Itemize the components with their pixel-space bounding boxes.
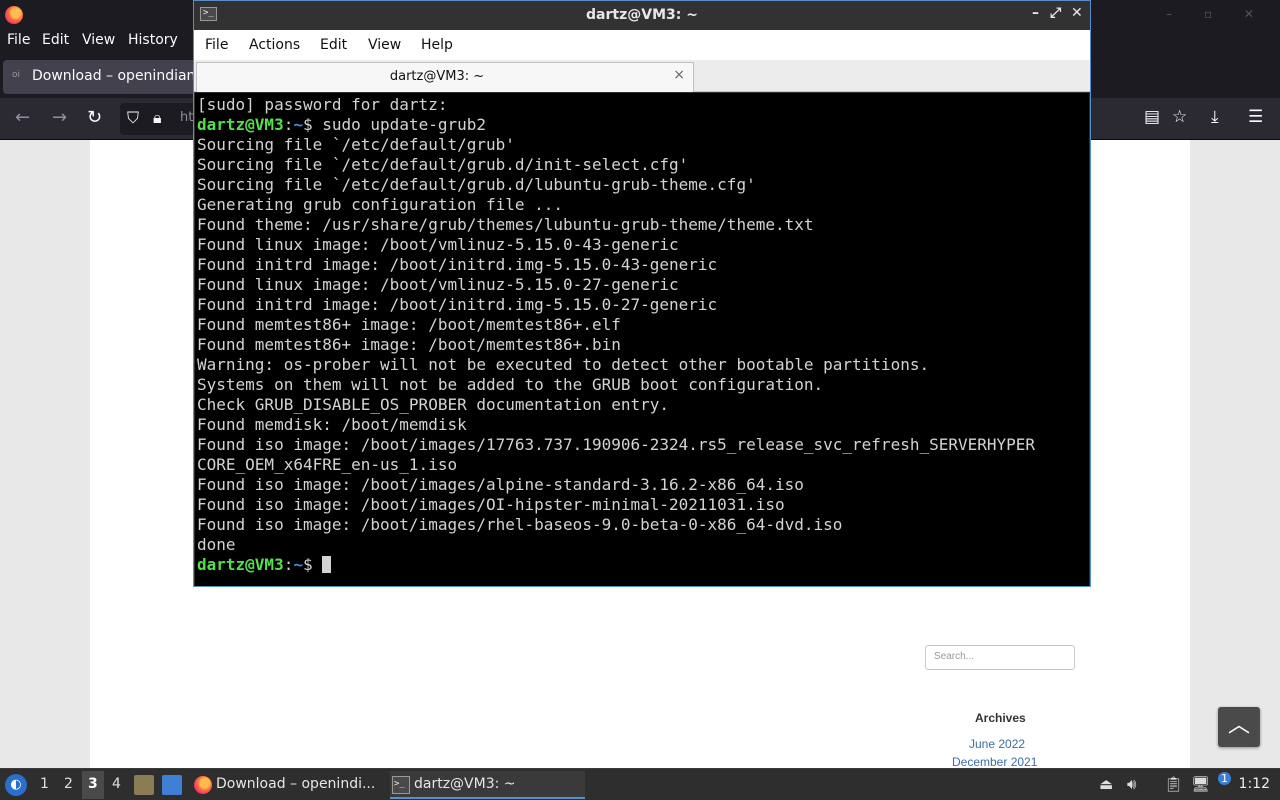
terminal-output-line: Found theme: /usr/share/grub/themes/lubu… xyxy=(197,215,814,234)
tab-close-icon[interactable]: × xyxy=(673,67,685,83)
terminal-output[interactable]: [sudo] password for dartz: dartz@VM3:~$ s… xyxy=(195,93,1089,586)
archive-link[interactable]: June 2022 xyxy=(969,737,1025,751)
terminal-output-line: Sourcing file `/etc/default/grub.d/init-… xyxy=(197,155,689,174)
terminal-output-line: Sourcing file `/etc/default/grub.d/lubun… xyxy=(197,175,756,194)
task-terminal[interactable]: >_ dartz@VM3: ~ xyxy=(390,771,585,799)
firefox-logo-icon xyxy=(5,6,23,24)
start-menu-icon[interactable]: ◐ xyxy=(5,774,27,796)
terminal-output-line: Found iso image: /boot/images/rhel-baseo… xyxy=(197,515,843,534)
prompt-user: dartz@VM3 xyxy=(197,555,284,574)
hamburger-menu-icon[interactable]: ☰ xyxy=(1248,107,1263,127)
command-text: sudo update-grub2 xyxy=(322,115,487,134)
terminal-output-line: Found linux image: /boot/vmlinuz-5.15.0-… xyxy=(197,275,679,294)
network-icon[interactable]: 🖥︎ xyxy=(1191,775,1210,793)
terminal-icon: >_ xyxy=(392,776,410,794)
workspace-4[interactable]: 4 xyxy=(112,776,121,792)
workspace-3[interactable]: 3 xyxy=(88,776,98,792)
terminal-window: >_ dartz@VM3: ~ – ⤢ ✕ File Actions Edit … xyxy=(193,0,1091,587)
terminal-tab[interactable]: dartz@VM3: ~ × xyxy=(196,62,694,92)
terminal-output-line: Found iso image: /boot/images/17763.737.… xyxy=(197,435,1036,454)
ff-menu-history[interactable]: History xyxy=(128,32,178,48)
terminal-output-line: Found linux image: /boot/vmlinuz-5.15.0-… xyxy=(197,235,679,254)
terminal-output-line: Found memtest86+ image: /boot/memtest86+… xyxy=(197,315,621,334)
reload-icon[interactable]: ↻ xyxy=(87,107,102,128)
firefox-icon xyxy=(194,776,212,794)
prompt-separator: : xyxy=(283,115,294,134)
taskbar: ◐ 1 2 3 4 Download – openindi... >_ dart… xyxy=(0,768,1280,800)
firefox-window-controls[interactable]: – ▫ ✕ xyxy=(1166,7,1268,21)
terminal-output-line: done xyxy=(197,535,236,554)
terminal-titlebar[interactable]: >_ dartz@VM3: ~ – ⤢ ✕ xyxy=(194,1,1090,30)
terminal-output-line: Found memdisk: /boot/memdisk xyxy=(197,415,467,434)
terminal-menubar: File Actions Edit View Help xyxy=(194,30,1090,60)
terminal-lines: [sudo] password for dartz: dartz@VM3:~$ s… xyxy=(197,95,1035,575)
reader-view-icon[interactable]: ▤ xyxy=(1144,107,1160,127)
prompt-user: dartz@VM3 xyxy=(197,115,284,134)
ff-menu-file[interactable]: File xyxy=(7,32,30,48)
downloads-icon[interactable]: ⤓ xyxy=(1211,107,1219,127)
prompt-path: ~ xyxy=(293,115,303,134)
terminal-prompt-line: dartz@VM3:~$ sudo update-grub2 xyxy=(197,115,1035,135)
term-menu-file[interactable]: File xyxy=(205,37,228,53)
terminal-output-line: Found initrd image: /boot/initrd.img-5.1… xyxy=(197,295,718,314)
shield-icon[interactable]: ⛉ xyxy=(127,108,139,128)
clock[interactable]: 1:12 xyxy=(1239,776,1270,792)
term-menu-view[interactable]: View xyxy=(368,37,401,53)
terminal-output-line: Systems on them will not be added to the… xyxy=(197,375,824,394)
term-menu-actions[interactable]: Actions xyxy=(249,37,300,53)
terminal-tabbar: dartz@VM3: ~ × xyxy=(194,60,1090,92)
back-to-top-button[interactable]: ︿ xyxy=(1218,707,1260,747)
task-firefox-label: Download – openindi... xyxy=(216,776,376,792)
back-arrow-icon[interactable]: ← xyxy=(15,107,30,128)
prompt-sign: $ xyxy=(302,555,323,574)
close-icon[interactable]: ✕ xyxy=(1071,5,1083,21)
terminal-output-line: Check GRUB_DISABLE_OS_PROBER documentati… xyxy=(197,395,670,414)
clipboard-icon[interactable]: 📋︎ xyxy=(1164,775,1183,793)
maximize-icon[interactable]: ⤢ xyxy=(1050,5,1061,21)
text-cursor xyxy=(322,556,332,573)
prompt-separator: : xyxy=(283,555,294,574)
terminal-output-line: Found iso image: /boot/images/alpine-sta… xyxy=(197,475,804,494)
storage-icon[interactable]: ⏏ xyxy=(1099,775,1113,793)
term-menu-edit[interactable]: Edit xyxy=(320,37,347,53)
terminal-output-line: Generating grub configuration file ... xyxy=(197,195,564,214)
minimize-icon[interactable]: – xyxy=(1032,5,1039,21)
archives-heading: Archives xyxy=(975,711,1026,725)
terminal-output-line: [sudo] password for dartz: xyxy=(197,95,448,114)
terminal-output-line: Sourcing file `/etc/default/grub' xyxy=(197,135,515,154)
term-menu-help[interactable]: Help xyxy=(421,37,453,53)
terminal-output-line: Found initrd image: /boot/initrd.img-5.1… xyxy=(197,255,718,274)
ff-menu-view[interactable]: View xyxy=(82,32,115,48)
terminal-window-title: dartz@VM3: ~ xyxy=(586,7,698,23)
terminal-output-line: Found iso image: /boot/images/OI-hipster… xyxy=(197,495,785,514)
bookmark-star-icon[interactable]: ☆ xyxy=(1172,107,1187,127)
lock-icon[interactable]: 🔒︎ xyxy=(153,108,162,128)
notification-badge[interactable]: 1 xyxy=(1218,772,1231,785)
show-desktop-icon[interactable] xyxy=(162,775,182,795)
terminal-prompt-line: dartz@VM3:~$ xyxy=(197,555,1035,575)
prompt-sign: $ xyxy=(302,115,323,134)
workspace-2[interactable]: 2 xyxy=(64,776,73,792)
url-text[interactable]: ht xyxy=(180,110,193,125)
forward-arrow-icon[interactable]: → xyxy=(52,107,67,128)
task-terminal-label: dartz@VM3: ~ xyxy=(414,776,516,792)
prompt-path: ~ xyxy=(293,555,303,574)
task-firefox[interactable]: Download – openindi... xyxy=(192,771,382,799)
terminal-output-line: Warning: os-prober will not be executed … xyxy=(197,355,930,374)
terminal-tab-label: dartz@VM3: ~ xyxy=(389,69,485,84)
terminal-output-line: CORE_OEM_x64FRE_en-us_1.iso xyxy=(197,455,458,474)
ff-menu-edit[interactable]: Edit xyxy=(42,32,69,48)
site-favicon-icon: oi xyxy=(12,70,21,80)
page-search-input[interactable]: Search... xyxy=(925,645,1075,670)
chevron-up-icon: ︿ xyxy=(1227,713,1250,738)
volume-icon[interactable]: 🔊︎ xyxy=(1127,775,1136,793)
workspace-1[interactable]: 1 xyxy=(40,776,49,792)
terminal-output-line: Found memtest86+ image: /boot/memtest86+… xyxy=(197,335,621,354)
file-manager-icon[interactable] xyxy=(134,775,154,795)
archive-link[interactable]: December 2021 xyxy=(952,755,1037,769)
